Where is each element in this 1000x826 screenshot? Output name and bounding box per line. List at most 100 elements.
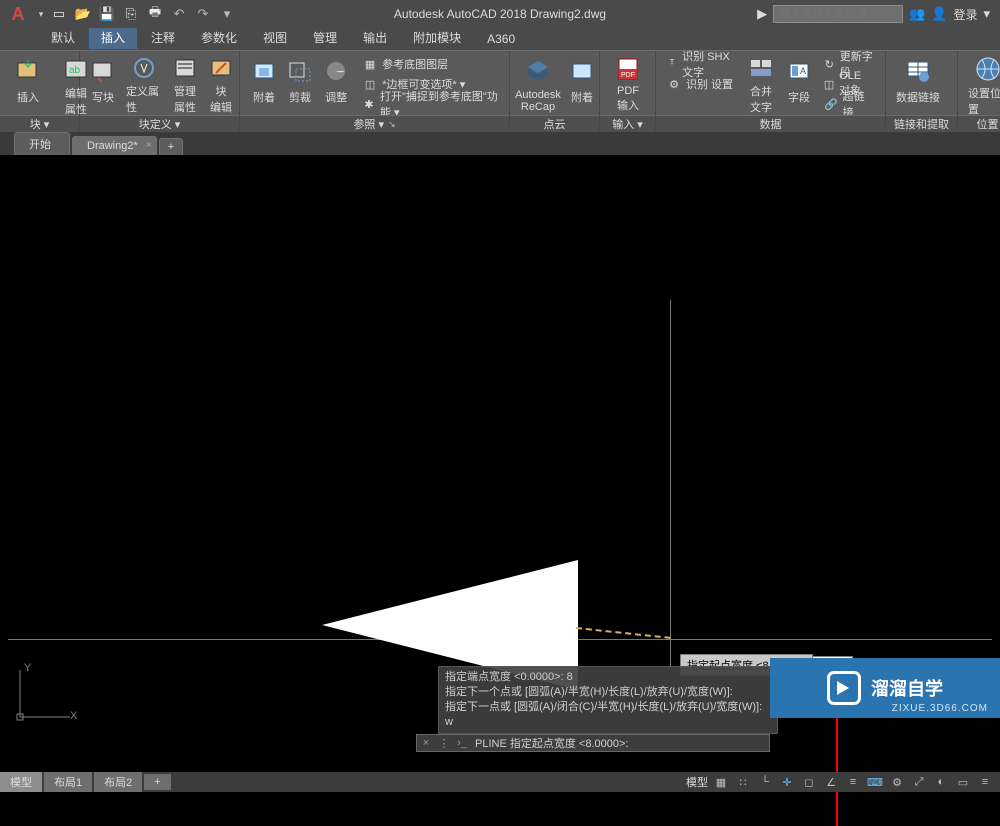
redo-icon[interactable]: ↷ <box>194 5 212 23</box>
panel-data-caption[interactable]: 数据 <box>656 115 885 132</box>
defattr-button[interactable]: 定义属性 <box>122 53 166 115</box>
pc-attach-button[interactable]: 附着 <box>564 53 600 115</box>
tab-output[interactable]: 输出 <box>350 25 400 50</box>
adjust-label: 调整 <box>325 89 347 105</box>
defattr-label: 定义属性 <box>126 83 162 115</box>
command-line[interactable]: × ⋮ ›_ PLINE 指定起点宽度 <8.0000>: <box>416 734 770 752</box>
panel-block-caption[interactable]: 块 ▾ <box>0 115 79 132</box>
new-icon[interactable]: ▭ <box>50 5 68 23</box>
close-tab-icon[interactable]: × <box>146 140 152 151</box>
panel-reference-caption[interactable]: 参照 ▾↘ <box>240 115 509 132</box>
pdf-import-label: PDF 输入 <box>617 85 639 113</box>
customize-icon[interactable]: ≡ <box>976 774 994 790</box>
user-icon[interactable]: 👤 <box>931 6 947 22</box>
panel-blockdef-caption[interactable]: 块定义 ▾ <box>80 115 239 132</box>
attrmgr-button[interactable]: 管理 属性 <box>168 53 202 115</box>
panel-import-caption[interactable]: 输入 ▾ <box>600 115 655 132</box>
shx-recognize-button[interactable]: ᵀ识别 SHX 文字 <box>662 55 741 73</box>
writeblock-button[interactable]: 写块 <box>86 53 120 115</box>
search-input[interactable] <box>773 5 903 23</box>
setlocation-label: 设置位置 <box>968 85 1000 117</box>
hyperlink-button[interactable]: 🔗超链接 <box>819 95 879 113</box>
clip-button[interactable]: 剪裁 <box>282 53 318 115</box>
attach-button[interactable]: 附着 <box>246 53 282 115</box>
pdf-import-button[interactable]: PDF PDF 输入 <box>606 53 650 115</box>
shx-settings-button[interactable]: ⚙识别 设置 <box>662 75 741 93</box>
cmdline-handle-icon[interactable]: ⋮ <box>435 735 453 751</box>
cmdline-close-icon[interactable]: × <box>417 735 435 751</box>
drawing-canvas[interactable]: 指定起点宽度 <8.0000>: X Y 指定端点宽度 <0.0000>: 8 … <box>0 155 1000 772</box>
isolate-icon[interactable]: ◐ <box>932 774 950 790</box>
snap-toggle-icon[interactable]: ∷ <box>734 774 752 790</box>
merge-text-button[interactable]: 合并 文字 <box>743 53 779 115</box>
osnap-toggle-icon[interactable]: ◻ <box>800 774 818 790</box>
panel-pointcloud-caption[interactable]: 点云 <box>510 115 599 132</box>
polar-toggle-icon[interactable]: ✛ <box>778 774 796 790</box>
otrack-toggle-icon[interactable]: ∠ <box>822 774 840 790</box>
underlay-layers-button[interactable]: ▦ 参考底图图层 <box>358 55 503 73</box>
blockeditor-icon <box>205 55 237 81</box>
app-logo-icon[interactable]: A <box>6 2 30 26</box>
ucs-y-label: Y <box>24 662 31 674</box>
infocenter-play-icon[interactable]: ▶ <box>757 6 767 22</box>
ribbon: 插入 ab 编辑 属性 块 ▾ 写块 定义属性 管理 属性 <box>0 50 1000 133</box>
ortho-toggle-icon[interactable]: └ <box>756 774 774 790</box>
dynamic-input-toggle-icon[interactable]: ⌨ <box>866 774 884 790</box>
appmenu-dropdown-icon[interactable]: ▾ <box>36 2 46 26</box>
tab-manage[interactable]: 管理 <box>300 25 350 50</box>
filetab-start[interactable]: 开始 <box>14 132 70 155</box>
panel-link-caption[interactable]: 链接和提取 <box>886 115 957 132</box>
field-button[interactable]: A 字段 <box>781 53 817 115</box>
cmd-history-line: 指定端点宽度 <0.0000>: 8 <box>445 670 771 685</box>
open-icon[interactable]: 📂 <box>74 5 92 23</box>
modeltab-model[interactable]: 模型 <box>0 772 42 792</box>
tab-insert[interactable]: 插入 <box>88 25 138 50</box>
insert-block-button[interactable]: 插入 <box>6 53 50 115</box>
tab-default[interactable]: 默认 <box>38 25 88 50</box>
setlocation-button[interactable]: 设置位置 <box>964 53 1000 115</box>
modeltab-layout1[interactable]: 布局1 <box>44 772 92 792</box>
login-dropdown-icon[interactable]: ▾ <box>983 6 990 22</box>
pdf-import-icon: PDF <box>612 55 644 83</box>
saveas-icon[interactable]: ⎘ <box>122 5 140 23</box>
tab-view[interactable]: 视图 <box>250 25 300 50</box>
file-tabs: 开始 Drawing2*× + <box>0 133 1000 155</box>
modeltab-add[interactable]: + <box>144 774 170 790</box>
plot-icon[interactable]: 🖶 <box>146 5 164 23</box>
tab-a360[interactable]: A360 <box>474 28 528 50</box>
cmdline-chevron-icon[interactable]: ›_ <box>453 735 471 751</box>
datalink-button[interactable]: 数据链接 <box>892 53 944 115</box>
lineweight-toggle-icon[interactable]: ≡ <box>844 774 862 790</box>
filetab-drawing2[interactable]: Drawing2*× <box>72 136 157 155</box>
save-icon[interactable]: 💾 <box>98 5 116 23</box>
recap-button[interactable]: Autodesk ReCap <box>516 53 560 115</box>
insert-block-label: 插入 <box>17 89 39 105</box>
watermark-play-icon <box>827 671 861 705</box>
filetab-new[interactable]: + <box>159 138 183 155</box>
reference-dialog-launcher-icon[interactable]: ↘ <box>388 119 396 130</box>
quick-access-toolbar: ▭ 📂 💾 ⎘ 🖶 ↶ ↷ ▾ <box>50 5 236 23</box>
search-icon[interactable]: 👥 <box>909 6 925 22</box>
annotation-scale-icon[interactable]: ⤢ <box>910 774 928 790</box>
undo-icon[interactable]: ↶ <box>170 5 188 23</box>
writeblock-icon <box>87 55 119 87</box>
tab-annotate[interactable]: 注释 <box>138 25 188 50</box>
status-model-label[interactable]: 模型 <box>686 774 708 790</box>
panel-loc-caption[interactable]: 位置 <box>958 115 1000 132</box>
underlay-layers-label: 参考底图图层 <box>382 56 448 72</box>
tab-addins[interactable]: 附加模块 <box>400 25 474 50</box>
blockeditor-button[interactable]: 块 编辑器 <box>204 53 238 115</box>
snap-underlay-button[interactable]: ✱ 打开"捕捉到参考底图"功能 ▾ <box>358 95 503 113</box>
adjust-icon <box>320 55 352 87</box>
workspace-icon[interactable]: ⚙ <box>888 774 906 790</box>
grid-toggle-icon[interactable]: ▦ <box>712 774 730 790</box>
adjust-button[interactable]: 调整 <box>318 53 354 115</box>
watermark-sub: ZIXUE.3D66.COM <box>892 703 988 714</box>
clip-icon <box>284 55 316 87</box>
qat-dropdown-icon[interactable]: ▾ <box>218 5 236 23</box>
modeltab-layout2[interactable]: 布局2 <box>94 772 142 792</box>
login-label[interactable]: 登录 <box>953 6 977 23</box>
hyperlink-icon: 🔗 <box>823 96 839 112</box>
tab-parametric[interactable]: 参数化 <box>188 25 250 50</box>
cleanscreen-icon[interactable]: ▭ <box>954 774 972 790</box>
